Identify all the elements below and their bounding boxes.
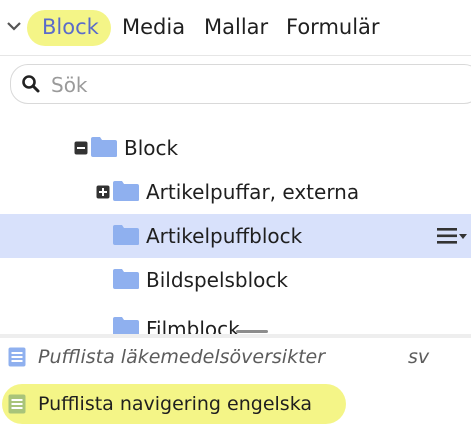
document-list-icon (8, 347, 26, 367)
tree-item-artikelpuffar-externa[interactable]: Artikelpuffar, externa (0, 170, 471, 214)
list-item-label: Pufflista navigering engelska (38, 393, 313, 415)
tree-item-label: Filmblock (146, 317, 240, 334)
list-item-language: sv (408, 346, 430, 368)
folder-tree: Block Artikelpuffar, externa Artikelpuff… (0, 112, 471, 334)
folder-icon (91, 137, 117, 157)
search-box[interactable] (10, 64, 471, 104)
list-item-label: Pufflista läkemedelsöversikter (38, 346, 326, 368)
tabs-divider (0, 55, 471, 56)
tree-item-label: Bildspelsblock (146, 268, 288, 292)
tab-formular[interactable]: Formulär (286, 14, 380, 40)
list-item[interactable]: Pufflista navigering engelska (0, 384, 471, 424)
row-menu-icon[interactable] (437, 227, 467, 245)
tree-scrollbar[interactable] (236, 330, 268, 333)
tab-bar: Block Media Mallar Formulär (0, 0, 471, 56)
expand-toggle-icon[interactable] (96, 185, 110, 199)
collapse-toggle-icon[interactable] (74, 141, 88, 155)
tree-item-label: Block (124, 136, 179, 160)
folder-icon (113, 317, 139, 334)
chevron-down-icon[interactable] (6, 18, 22, 34)
tab-media[interactable]: Media (122, 14, 185, 40)
tree-item-filmblock[interactable]: Filmblock (0, 302, 471, 334)
tree-item-block[interactable]: Block (0, 126, 471, 170)
folder-icon (113, 225, 139, 245)
document-list-icon (8, 394, 26, 414)
tab-block[interactable]: Block (42, 14, 99, 40)
folder-icon (113, 181, 139, 201)
tree-item-label: Artikelpuffar, externa (146, 180, 360, 204)
folder-icon (113, 269, 139, 289)
tree-item-bildspelsblock[interactable]: Bildspelsblock (0, 258, 471, 302)
search-icon (22, 75, 40, 93)
tree-item-label: Artikelpuffblock (146, 224, 303, 248)
search-input[interactable] (49, 70, 453, 100)
tab-mallar[interactable]: Mallar (204, 14, 268, 40)
list-item[interactable]: Pufflista läkemedelsöversikter sv (0, 337, 471, 377)
tree-item-artikelpuffblock[interactable]: Artikelpuffblock (0, 214, 471, 258)
